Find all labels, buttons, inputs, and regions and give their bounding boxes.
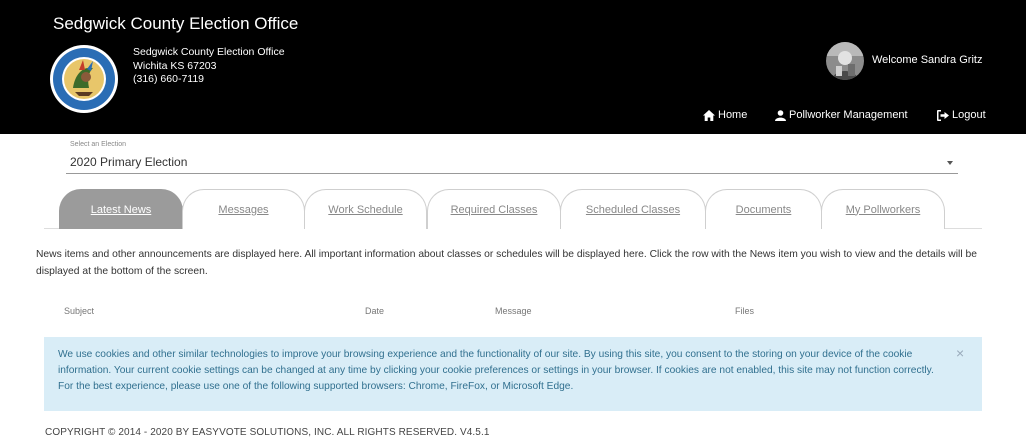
site-title[interactable]: Sedgwick County Election Office (53, 14, 298, 34)
office-phone: (316) 660-7119 (133, 73, 205, 85)
news-intro-text: News items and other announcements are d… (36, 249, 977, 277)
column-header-message[interactable]: Message (495, 306, 532, 316)
nav-pollworker-management[interactable]: Pollworker Management (775, 109, 908, 121)
close-icon[interactable]: × (956, 345, 964, 361)
tab-messages[interactable]: Messages (182, 189, 305, 229)
tab-documents[interactable]: Documents (705, 189, 822, 229)
county-seal-logo (50, 45, 118, 113)
office-contact: Sedgwick County Election Office Wichita … (133, 46, 285, 87)
nav-logout[interactable]: Logout (937, 109, 986, 121)
column-header-date[interactable]: Date (365, 306, 384, 316)
nav-home[interactable]: Home (703, 109, 747, 121)
logout-icon (937, 109, 949, 121)
tab-required-classes[interactable]: Required Classes (427, 189, 561, 229)
copyright-footer: COPYRIGHT © 2014 - 2020 BY EASYVOTE SOLU… (45, 427, 490, 438)
column-header-subject[interactable]: Subject (64, 306, 94, 316)
tab-latest-news[interactable]: Latest News (59, 189, 183, 229)
tab-my-pollworkers[interactable]: My Pollworkers (821, 189, 945, 229)
tab-work-schedule[interactable]: Work Schedule (304, 189, 427, 229)
nav-logout-label: Logout (952, 109, 986, 121)
election-select[interactable] (66, 138, 958, 174)
nav-home-label: Home (718, 109, 748, 121)
user-avatar[interactable] (826, 42, 864, 80)
welcome-message: Welcome Sandra Gritz (872, 54, 983, 66)
office-name: Sedgwick County Election Office (133, 46, 285, 58)
column-header-files[interactable]: Files (735, 306, 754, 316)
site-header: Sedgwick County Election Office Sedgwick… (0, 0, 1026, 134)
office-address: Wichita KS 67203 (133, 59, 217, 72)
tab-scheduled-classes[interactable]: Scheduled Classes (560, 189, 706, 229)
cookie-notice-text: We use cookies and other similar technol… (58, 349, 934, 392)
nav-pollworker-management-label: Pollworker Management (789, 109, 908, 121)
home-icon (703, 109, 715, 121)
cookie-notice: We use cookies and other similar technol… (44, 337, 982, 411)
user-icon (775, 109, 786, 121)
